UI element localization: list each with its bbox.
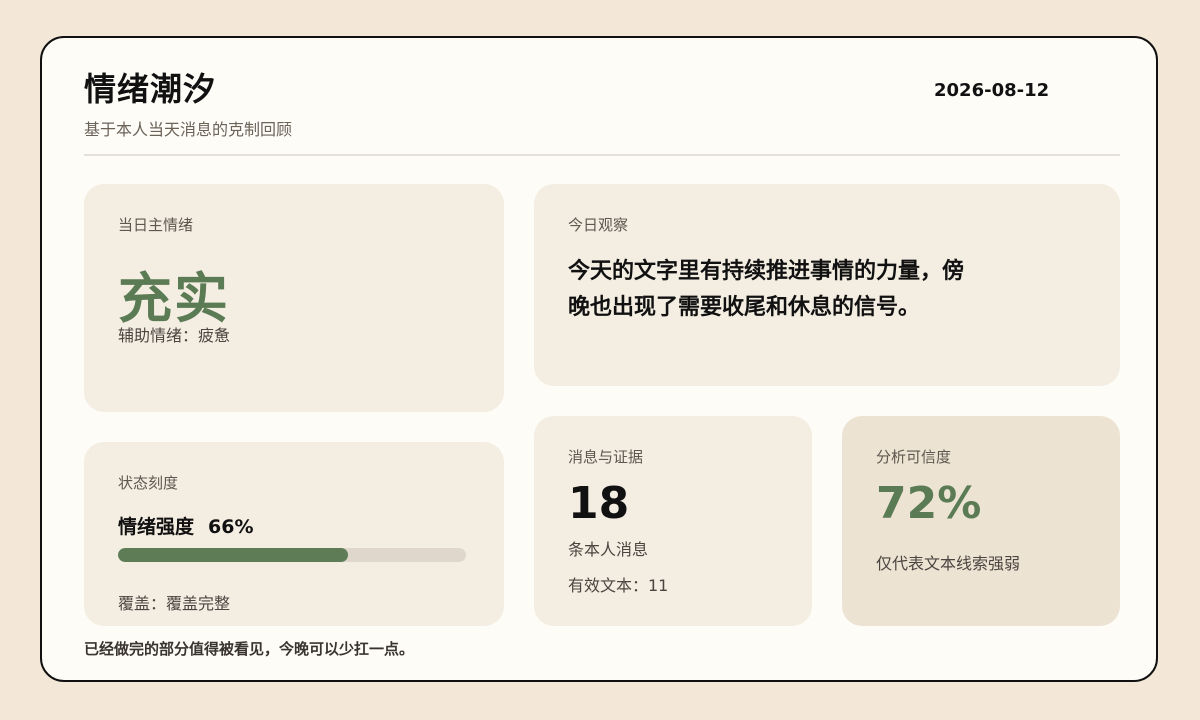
state-scale-card: 状态刻度 情绪强度 66% 覆盖：覆盖完整 — [84, 442, 504, 626]
message-count-unit: 条本人消息 — [568, 540, 649, 559]
state-scale-label: 状态刻度 — [118, 474, 179, 492]
intensity-row: 情绪强度 66% — [118, 512, 254, 539]
observation-card: 今日观察 今天的文字里有持续推进事情的力量，傍晚也出现了需要收尾和休息的信号。 — [534, 184, 1120, 386]
messages-label: 消息与证据 — [568, 448, 644, 466]
secondary-mood: 辅助情绪：疲惫 — [118, 326, 231, 345]
confidence-value: 72% — [876, 478, 982, 529]
mood-report-card: 情绪潮汐 基于本人当天消息的克制回顾 2026-08-12 当日主情绪 充实 辅… — [40, 36, 1158, 682]
intensity-label: 情绪强度 — [118, 516, 195, 538]
confidence-label: 分析可信度 — [876, 448, 952, 466]
primary-mood-card: 当日主情绪 充实 辅助情绪：疲惫 — [84, 184, 504, 412]
observation-label: 今日观察 — [568, 216, 629, 234]
header-divider — [84, 154, 1120, 156]
intensity-progress-fill — [118, 548, 348, 562]
report-date: 2026-08-12 — [934, 80, 1050, 101]
coverage-status: 覆盖：覆盖完整 — [118, 594, 231, 613]
message-count: 18 — [568, 478, 630, 529]
footer-message: 已经做完的部分值得被看见，今晚可以少扛一点。 — [84, 640, 415, 658]
observation-text: 今天的文字里有持续推进事情的力量，傍晚也出现了需要收尾和休息的信号。 — [568, 259, 965, 320]
valid-text-count: 有效文本：11 — [568, 576, 669, 595]
primary-mood-label: 当日主情绪 — [118, 216, 194, 234]
page-subtitle: 基于本人当天消息的克制回顾 — [84, 120, 293, 139]
intensity-percent: 66% — [208, 516, 254, 538]
confidence-note: 仅代表文本线索强弱 — [876, 554, 1021, 573]
intensity-progress-bar — [118, 548, 466, 562]
confidence-card: 分析可信度 72% 仅代表文本线索强弱 — [842, 416, 1120, 626]
page-title: 情绪潮汐 — [84, 70, 217, 108]
messages-evidence-card: 消息与证据 18 条本人消息 有效文本：11 — [534, 416, 812, 626]
